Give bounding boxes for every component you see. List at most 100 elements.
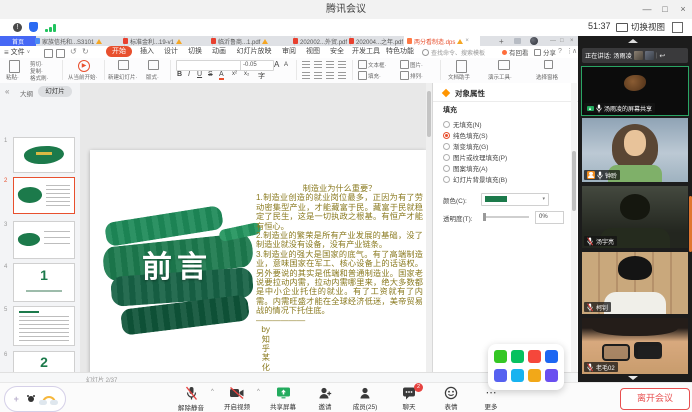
fill-icon[interactable] [358,71,367,80]
indent-decrease-icon[interactable] [326,61,334,68]
wps-close-button[interactable]: × [570,36,578,46]
menu-insert[interactable]: 插入 [136,46,158,58]
wps-doc-tab[interactable]: 202002...外贸.pdf [290,36,351,46]
participant-video[interactable]: 老毛02 [582,318,688,374]
char-spacing-button[interactable]: 字 [258,71,265,81]
close-tab-icon[interactable]: × [465,38,469,44]
new-slide-label[interactable]: 新建幻灯片· [108,73,137,81]
wps-minimize-button[interactable]: — [550,36,558,46]
unmute-button[interactable]: 解除静音 [170,386,212,412]
participant-video[interactable]: 柯钊 [582,252,688,314]
chat-button[interactable]: 聊天 2 [388,386,430,411]
picture-icon[interactable] [400,60,409,69]
decrease-font-icon[interactable]: A [284,62,288,68]
desktop-widget[interactable]: + [4,386,66,412]
wps-maximize-button[interactable]: □ [560,36,568,46]
replay-button[interactable]: 有回看 [502,47,529,57]
app-icon-green[interactable] [494,350,507,363]
reply-arrow-icon[interactable]: ↩ [659,52,665,60]
font-size-combobox[interactable]: -0.05 [240,60,274,71]
layout-icon[interactable] [148,60,159,70]
video-options-caret[interactable]: ^ [257,389,260,395]
participant-video[interactable]: 汤宇亮 [582,186,688,248]
share-button[interactable]: 分享 [534,47,556,57]
mic-options-caret[interactable]: ^ [211,389,214,395]
help-icon[interactable]: ? [558,46,562,58]
paste-label[interactable]: 粘贴· [6,73,19,81]
radio-label[interactable]: 纯色填充(S) [453,130,488,140]
radio-label[interactable]: 渐变填充(G) [453,141,488,151]
tab-slides[interactable]: 幻灯片 [38,86,72,97]
slide-thumbnail-4[interactable]: 1 [13,263,75,302]
menu-view[interactable]: 视图 [302,46,324,58]
indent-increase-icon[interactable] [338,61,346,68]
fill-label[interactable]: 填充· [368,72,381,80]
slide-thumbnail-2-selected[interactable] [13,177,75,214]
arrange-icon[interactable] [400,71,409,80]
increase-font-icon[interactable]: A [274,60,279,69]
textbox-icon[interactable] [358,60,367,69]
select-pane-label[interactable]: 选择窗格 [536,73,558,81]
scrollbar-thumb[interactable] [572,151,576,211]
subscript-button[interactable]: x₂ [244,71,249,77]
collapse-panel-icon[interactable]: « [5,87,9,96]
slide-page[interactable]: 前言 制造业为什么重要？ 1.制造业创造的就业岗位最多，正因为有了劳动密集型产业… [90,150,426,380]
select-pane-icon[interactable] [544,60,553,69]
slide-thumbnail-1[interactable] [13,137,75,173]
new-tab-button[interactable]: + [496,36,512,46]
slide-thumbnail-3[interactable] [13,221,75,259]
radio-solid-fill[interactable] [443,132,450,139]
play-from-current-label[interactable]: 从当前开始· [68,73,97,81]
file-menu[interactable]: ≡ 文件 ∨ [4,46,30,58]
share-screen-button[interactable]: 共享屏幕 [262,386,304,411]
maximize-button[interactable]: □ [656,0,674,19]
tab-outline[interactable]: 大纲 [20,88,33,98]
participant-video-screenshare[interactable]: 汤雨凌的屏幕共享 [581,66,689,116]
present-tools-label[interactable]: 演示工具· [488,73,512,81]
slide-body-text[interactable]: 制造业为什么重要？ 1.制造业创造的就业岗位最多，正因为有了劳动密集型产业，才能… [256,184,423,325]
undo-icon[interactable]: ↺ [70,46,77,58]
menu-devtools[interactable]: 开发工具 [350,46,382,58]
radio-gradient-fill[interactable] [443,143,450,150]
wps-doc-tab[interactable]: 家族信托和...S3101 [32,36,125,46]
italic-button[interactable]: I [188,71,190,78]
wps-doc-tab[interactable]: 临沂鲁商...1.pdf [208,36,295,46]
scrollbar-thumb[interactable] [427,91,431,137]
bullets-icon[interactable] [302,61,310,68]
new-slide-icon[interactable] [118,60,129,70]
panel-scrollbar[interactable] [571,83,577,372]
switch-view-button[interactable]: 切换视图 [616,20,665,34]
line-spacing-icon[interactable] [338,72,346,79]
wps-active-doc-tab[interactable]: 两分看制造.dps × [404,36,480,46]
align-left-icon[interactable] [302,72,310,79]
menu-transition[interactable]: 切换 [184,46,206,58]
meeting-info-icon[interactable]: ! [13,23,22,32]
slide-title[interactable]: 前言 [142,242,212,286]
collapse-ribbon-icon[interactable]: ∧ [572,46,577,58]
align-center-icon[interactable] [314,72,322,79]
fullscreen-icon[interactable] [672,22,683,33]
radio-label[interactable]: 无填充(N) [453,119,482,129]
app-icon-blue[interactable] [511,369,524,382]
play-from-current-icon[interactable]: ▶ [78,60,90,72]
opacity-value[interactable]: 0% [535,211,564,224]
doc-helper-icon[interactable] [456,60,467,73]
radio-picture-fill[interactable] [443,154,450,161]
slide-thumbnail-5[interactable] [13,306,75,346]
leave-meeting-button[interactable]: 离开会议 [620,388,690,410]
doc-helper-label[interactable]: 文档助手 [448,73,470,81]
font-color-button[interactable]: A [219,71,224,80]
picture-label[interactable]: 图片· [410,61,423,69]
save-icon[interactable] [44,49,53,58]
radio-pattern-fill[interactable] [443,165,450,172]
slider-thumb[interactable] [483,213,486,221]
print-icon[interactable] [56,49,65,58]
menu-features[interactable]: 特色功能 [384,46,416,58]
wps-doc-tab[interactable]: 202004...之年.pdf [346,36,407,46]
bold-button[interactable]: B [177,71,182,78]
align-right-icon[interactable] [326,72,334,79]
command-search[interactable]: 查找命令、搜索模板 [422,47,500,57]
members-button[interactable]: 成员(25) [344,386,386,411]
textbox-label[interactable]: 文本框· [368,61,386,69]
underline-button[interactable]: U [197,71,202,78]
